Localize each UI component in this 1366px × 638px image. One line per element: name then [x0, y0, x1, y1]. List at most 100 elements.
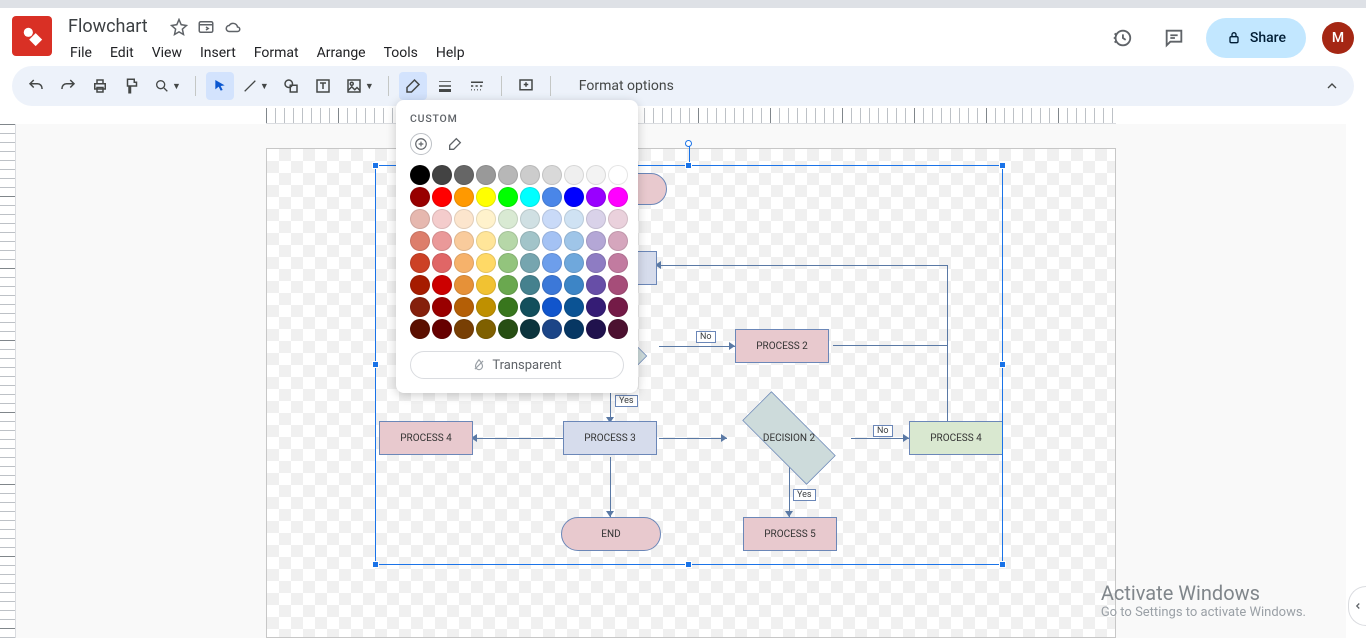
side-panel-toggle[interactable]: [1348, 586, 1366, 626]
color-swatch[interactable]: [564, 275, 584, 295]
color-swatch[interactable]: [542, 231, 562, 251]
comments-icon[interactable]: [1154, 18, 1194, 58]
color-swatch[interactable]: [520, 319, 540, 339]
color-swatch[interactable]: [432, 275, 452, 295]
line-tool[interactable]: ▼: [238, 72, 273, 100]
color-swatch[interactable]: [454, 319, 474, 339]
color-swatch[interactable]: [410, 275, 430, 295]
color-swatch[interactable]: [608, 231, 628, 251]
color-swatch[interactable]: [520, 209, 540, 229]
color-swatch[interactable]: [498, 253, 518, 273]
color-swatch[interactable]: [410, 297, 430, 317]
shape-decision-2[interactable]: DECISION 2: [725, 409, 853, 467]
color-swatch[interactable]: [410, 209, 430, 229]
color-swatch[interactable]: [454, 297, 474, 317]
format-options-button[interactable]: Format options: [571, 74, 682, 98]
color-swatch[interactable]: [498, 319, 518, 339]
paint-format-button[interactable]: [118, 72, 146, 100]
collapse-toolbar-button[interactable]: [1318, 72, 1346, 100]
insert-comment-button[interactable]: [512, 72, 540, 100]
color-swatch[interactable]: [454, 187, 474, 207]
color-swatch[interactable]: [520, 275, 540, 295]
image-tool[interactable]: ▼: [341, 72, 378, 100]
color-swatch[interactable]: [432, 297, 452, 317]
color-swatch[interactable]: [410, 253, 430, 273]
share-button[interactable]: Share: [1206, 18, 1306, 58]
color-swatch[interactable]: [564, 187, 584, 207]
color-swatch[interactable]: [542, 187, 562, 207]
shape-end[interactable]: END: [561, 517, 661, 551]
color-swatch[interactable]: [564, 209, 584, 229]
undo-button[interactable]: [22, 72, 50, 100]
shape-process-5[interactable]: PROCESS 5: [743, 517, 837, 551]
color-swatch[interactable]: [432, 187, 452, 207]
color-swatch[interactable]: [542, 253, 562, 273]
add-custom-color-button[interactable]: [410, 133, 432, 155]
drawings-logo[interactable]: [12, 16, 52, 56]
color-swatch[interactable]: [586, 297, 606, 317]
color-swatch[interactable]: [476, 275, 496, 295]
color-swatch[interactable]: [520, 297, 540, 317]
menu-view[interactable]: View: [144, 41, 190, 65]
color-swatch[interactable]: [432, 165, 452, 185]
color-swatch[interactable]: [608, 187, 628, 207]
menu-insert[interactable]: Insert: [192, 41, 244, 65]
color-swatch[interactable]: [586, 275, 606, 295]
border-dash-button[interactable]: [463, 72, 491, 100]
color-swatch[interactable]: [498, 165, 518, 185]
color-swatch[interactable]: [476, 297, 496, 317]
transparent-button[interactable]: Transparent: [410, 351, 624, 379]
menu-arrange[interactable]: Arrange: [309, 41, 374, 65]
color-swatch[interactable]: [608, 209, 628, 229]
color-swatch[interactable]: [586, 165, 606, 185]
color-swatch[interactable]: [564, 319, 584, 339]
color-swatch[interactable]: [410, 231, 430, 251]
color-swatch[interactable]: [542, 165, 562, 185]
color-swatch[interactable]: [410, 319, 430, 339]
color-swatch[interactable]: [476, 319, 496, 339]
color-swatch[interactable]: [564, 165, 584, 185]
color-swatch[interactable]: [586, 209, 606, 229]
move-icon[interactable]: [197, 18, 215, 36]
menu-edit[interactable]: Edit: [102, 41, 142, 65]
color-swatch[interactable]: [476, 209, 496, 229]
color-swatch[interactable]: [454, 275, 474, 295]
version-history-icon[interactable]: [1102, 18, 1142, 58]
color-swatch[interactable]: [586, 253, 606, 273]
shape-tool[interactable]: [277, 72, 305, 100]
label-no-1[interactable]: No: [696, 331, 716, 343]
color-swatch[interactable]: [498, 231, 518, 251]
color-swatch[interactable]: [498, 187, 518, 207]
vertical-ruler[interactable]: [0, 124, 16, 638]
color-swatch[interactable]: [410, 187, 430, 207]
print-button[interactable]: [86, 72, 114, 100]
color-swatch[interactable]: [586, 231, 606, 251]
shape-process-4-left[interactable]: PROCESS 4: [379, 421, 473, 455]
color-swatch[interactable]: [564, 231, 584, 251]
color-swatch[interactable]: [454, 209, 474, 229]
color-swatch[interactable]: [432, 253, 452, 273]
color-swatch[interactable]: [564, 253, 584, 273]
color-swatch[interactable]: [476, 231, 496, 251]
color-swatch[interactable]: [498, 275, 518, 295]
color-swatch[interactable]: [542, 319, 562, 339]
color-swatch[interactable]: [454, 165, 474, 185]
color-swatch[interactable]: [520, 187, 540, 207]
color-swatch[interactable]: [564, 297, 584, 317]
shape-process-4-right[interactable]: PROCESS 4: [909, 421, 1003, 455]
color-swatch[interactable]: [520, 165, 540, 185]
color-swatch[interactable]: [608, 165, 628, 185]
color-swatch[interactable]: [608, 297, 628, 317]
document-title[interactable]: Flowchart: [62, 14, 154, 39]
color-swatch[interactable]: [608, 253, 628, 273]
label-yes-2[interactable]: Yes: [793, 489, 816, 501]
shape-process-2[interactable]: PROCESS 2: [735, 329, 829, 363]
color-swatch[interactable]: [432, 209, 452, 229]
border-weight-button[interactable]: [431, 72, 459, 100]
color-swatch[interactable]: [432, 231, 452, 251]
eyedropper-button[interactable]: [444, 133, 466, 155]
border-color-button[interactable]: [399, 72, 427, 100]
color-swatch[interactable]: [476, 253, 496, 273]
page[interactable]: START PROCESS 2 PROCESS 3 PROCESS 4 DECI…: [266, 148, 1116, 638]
menu-help[interactable]: Help: [428, 41, 473, 65]
